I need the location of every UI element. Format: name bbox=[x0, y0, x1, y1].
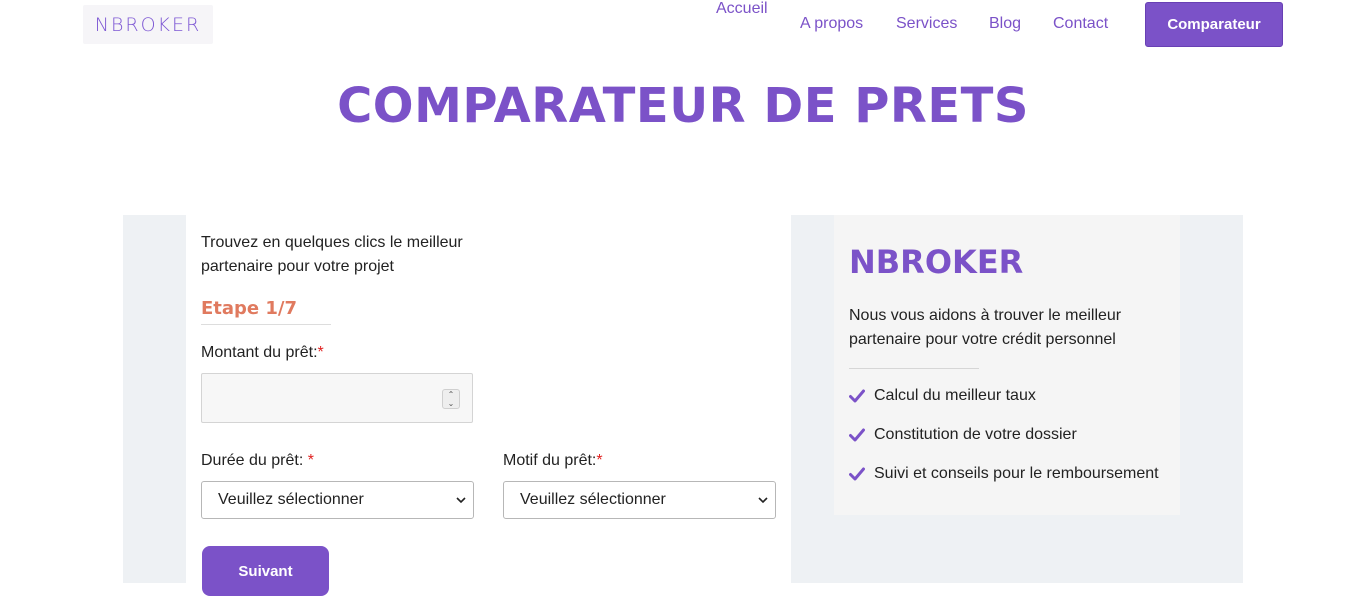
comparateur-button[interactable]: Comparateur bbox=[1145, 2, 1283, 47]
form-intro: Trouvez en quelques clics le meilleur pa… bbox=[201, 234, 463, 275]
feature-item: Constitution de votre dossier bbox=[849, 424, 1077, 446]
nav-item-a-propos[interactable]: A propos bbox=[800, 15, 863, 33]
purpose-label: Motif du prêt:* bbox=[503, 452, 603, 470]
nav-item-contact[interactable]: Contact bbox=[1053, 15, 1108, 33]
check-icon bbox=[849, 389, 865, 403]
required-mark: * bbox=[307, 452, 314, 469]
check-icon bbox=[849, 467, 865, 481]
duration-label-text: Durée du prêt: bbox=[201, 452, 308, 469]
logo-text: NBROKER bbox=[94, 13, 202, 36]
chevron-down-icon bbox=[758, 497, 768, 504]
loan-amount-input[interactable]: ⌃ ⌄ bbox=[201, 373, 473, 423]
loan-duration-selected: Veuillez sélectionner bbox=[218, 491, 364, 508]
nav-item-accueil[interactable]: Accueil bbox=[716, 0, 768, 18]
info-title: NBROKER bbox=[849, 243, 1024, 281]
info-divider bbox=[849, 368, 979, 369]
check-icon bbox=[849, 428, 865, 442]
purpose-label-text: Motif du prêt: bbox=[503, 452, 597, 469]
required-mark: * bbox=[317, 344, 324, 361]
duration-label: Durée du prêt: * bbox=[201, 452, 314, 470]
loan-duration-select[interactable]: Veuillez sélectionner bbox=[201, 481, 474, 519]
amount-label-text: Montant du prêt: bbox=[201, 344, 318, 361]
amount-label: Montant du prêt:* bbox=[201, 344, 324, 362]
number-spinner-icon[interactable]: ⌃ ⌄ bbox=[442, 389, 460, 409]
site-header: NBROKER Accueil A propos Services Blog C… bbox=[0, 0, 1366, 50]
step-divider bbox=[201, 324, 331, 325]
chevron-down-icon bbox=[456, 497, 466, 504]
required-mark: * bbox=[596, 452, 603, 469]
logo[interactable]: NBROKER bbox=[83, 5, 213, 44]
loan-purpose-selected: Veuillez sélectionner bbox=[520, 491, 666, 508]
nav-item-blog[interactable]: Blog bbox=[989, 15, 1021, 33]
loan-purpose-select[interactable]: Veuillez sélectionner bbox=[503, 481, 776, 519]
feature-label: Suivi et conseils pour le remboursement bbox=[874, 465, 1159, 482]
feature-item: Calcul du meilleur taux bbox=[849, 385, 1036, 407]
nav-item-services[interactable]: Services bbox=[896, 15, 957, 33]
feature-label: Constitution de votre dossier bbox=[874, 426, 1077, 443]
page-title: COMPARATEUR DE PRETS bbox=[337, 78, 1029, 134]
next-button[interactable]: Suivant bbox=[202, 546, 329, 596]
feature-item: Suivi et conseils pour le remboursement bbox=[849, 463, 1159, 485]
step-indicator: Etape 1/7 bbox=[201, 298, 298, 319]
feature-label: Calcul du meilleur taux bbox=[874, 387, 1036, 404]
info-text: Nous vous aidons à trouver le meilleur p… bbox=[849, 307, 1122, 348]
